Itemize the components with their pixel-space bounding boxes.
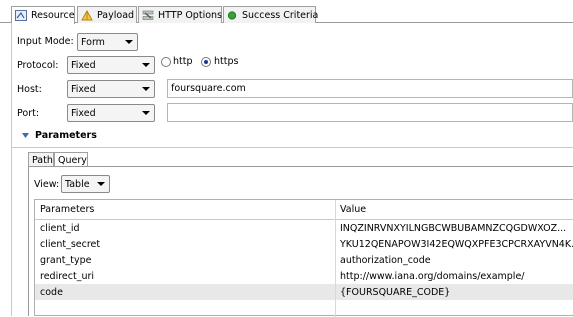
chevron-down-icon [97,182,105,186]
port-input[interactable] [167,103,573,122]
http-radio-label: http [173,56,193,67]
tab-label: Resource [31,10,75,21]
tab-http-options[interactable]: HTTP Options [138,6,222,23]
param-value-cell[interactable]: {FOURSQUARE_CODE} [335,284,573,300]
input-mode-label: Input Mode: [17,36,74,47]
expand-arrow-icon [22,132,29,138]
resource-icon [15,10,27,21]
port-mode-value: Fixed [71,107,96,119]
chevron-down-icon [142,87,150,91]
host-label: Host: [17,84,42,95]
success-criteria-icon [227,10,237,20]
param-name-cell[interactable]: code [35,284,335,300]
tab-label: Payload [97,9,135,21]
host-mode-value: Fixed [71,83,96,95]
input-mode-value: Form [81,36,105,48]
view-label: View: [34,179,60,190]
parameters-section-toggle[interactable]: Parameters [21,128,141,142]
column-header-parameters[interactable]: Parameters [35,200,335,219]
http-options-icon [142,10,154,20]
host-input[interactable]: foursquare.com [167,79,573,98]
tab-resource[interactable]: Resource [11,6,75,24]
host-mode-select[interactable]: Fixed [67,80,155,98]
param-name-cell[interactable]: client_secret [35,236,335,252]
param-name-cell[interactable]: grant_type [35,252,335,268]
view-select[interactable]: Table [61,175,110,193]
tab-path[interactable]: Path [28,152,54,167]
column-header-label: Value [340,204,367,215]
column-separator[interactable] [335,200,336,317]
chevron-down-icon [142,63,150,67]
tab-query-label: Query [58,154,87,166]
chevron-down-icon [142,111,150,115]
table-row-selected[interactable]: code {FOURSQUARE_CODE} [35,284,573,300]
table-row[interactable]: grant_type authorization_code [35,252,573,268]
protocol-mode-select[interactable]: Fixed [67,56,155,74]
tab-query[interactable]: Query [54,152,88,167]
parameters-table: Parameters Value client_id INQZINRVNXYIL… [34,199,573,317]
param-value-cell[interactable]: authorization_code [335,252,573,268]
port-mode-select[interactable]: Fixed [67,104,155,122]
tab-label: Success Criteria [242,9,319,21]
param-name-cell[interactable]: client_id [35,220,335,236]
tab-payload[interactable]: Payload [77,6,137,23]
view-select-value: Table [65,178,90,190]
tab-path-label: Path [32,154,53,166]
tab-label: HTTP Options [158,9,222,21]
protocol-mode-value: Fixed [71,59,96,71]
tab-success-criteria[interactable]: Success Criteria [223,6,319,23]
http-radio[interactable] [161,57,171,67]
table-row[interactable]: redirect_uri http://www.iana.org/domains… [35,268,573,284]
port-label: Port: [17,108,40,119]
parameters-section-title: Parameters [35,129,97,141]
editor-tab-strip: Resource Payload HTTP Options Success Cr… [0,0,573,24]
column-header-value[interactable]: Value [335,200,573,219]
param-value-cell[interactable]: http://www.iana.org/domains/example/ [335,268,573,284]
table-row[interactable]: client_secret YKU12QENAPOW3I42EQWQXPFE3C… [35,236,573,252]
param-value-cell[interactable]: YKU12QENAPOW3I42EQWQXPFE3CPCRXAYVN4K... [335,236,573,252]
https-radio[interactable] [201,57,211,67]
param-value-cell[interactable]: INQZINRVNXYILNGBCWBUBAMNZCQGDWXOZ... [335,220,573,236]
payload-icon [81,9,93,20]
input-mode-select[interactable]: Form [77,33,138,51]
https-radio-label: https [214,56,239,67]
column-header-label: Parameters [40,204,95,215]
param-name-cell[interactable]: redirect_uri [35,268,335,284]
protocol-label: Protocol: [17,60,59,71]
host-input-value: foursquare.com [171,83,246,94]
table-header: Parameters Value [35,200,573,220]
chevron-down-icon [125,40,133,44]
table-row[interactable]: client_id INQZINRVNXYILNGBCWBUBAMNZCQGDW… [35,220,573,236]
